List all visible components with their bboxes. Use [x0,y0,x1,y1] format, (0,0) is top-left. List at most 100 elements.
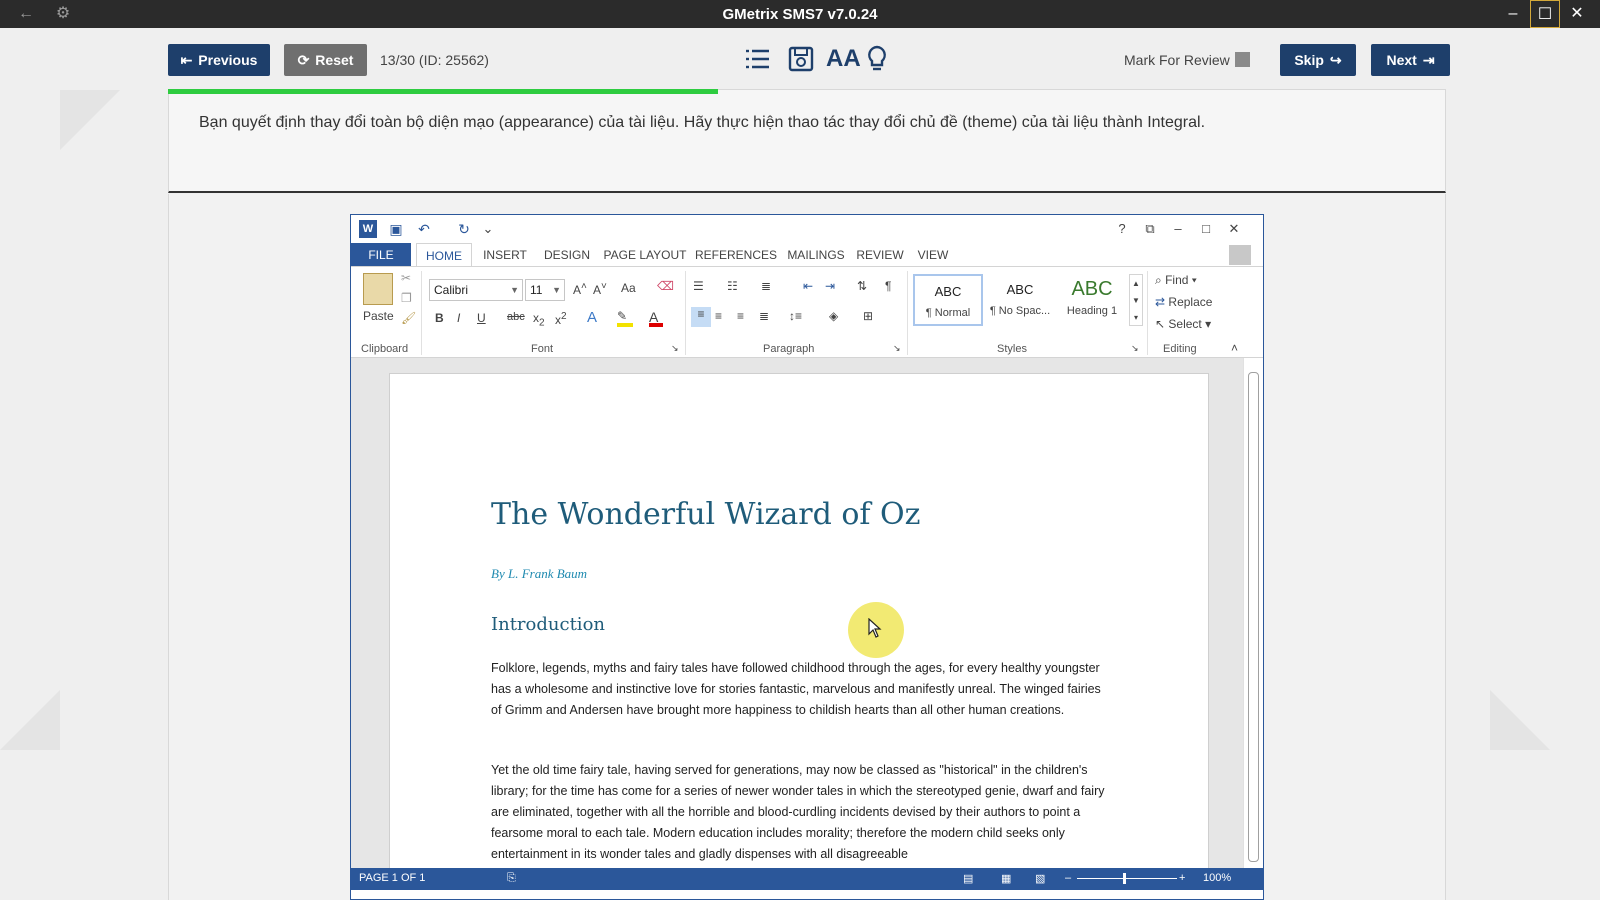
tab-design[interactable]: DESIGN [537,243,597,267]
minimize-icon[interactable]: – [1169,220,1187,238]
document-page[interactable]: The Wonderful Wizard of Oz By L. Frank B… [389,373,1209,868]
borders-icon[interactable]: ⊞ [863,309,873,323]
decrease-indent-icon[interactable]: ⇤ [803,279,813,293]
style-normal[interactable]: ABC ¶ Normal [913,274,983,326]
numbering-icon[interactable]: ☷ [727,279,738,293]
font-size-combo[interactable]: 11 ▼ [525,279,565,301]
print-layout-icon[interactable]: ▦ [1001,872,1011,885]
chevron-down-icon: ▼ [510,285,519,295]
next-button[interactable]: Next ⇥ [1371,44,1450,76]
customize-qat-icon[interactable]: ⌄ [479,220,497,238]
font-name-combo[interactable]: Calibri ▼ [429,279,523,301]
collapse-ribbon-icon[interactable]: ˄ [1231,341,1238,355]
status-bar: PAGE 1 OF 1 ⎘ ▤ ▦ ▧ – + 100% [351,868,1263,890]
paste-icon[interactable] [363,273,393,305]
previous-button[interactable]: ⇤ Previous [168,44,270,76]
minimize-button[interactable]: – [1498,0,1528,28]
change-case-button[interactable]: Aa [621,281,636,295]
style-name: Heading 1 [1066,305,1118,317]
tab-page-layout[interactable]: PAGE LAYOUT [603,243,687,267]
zoom-slider-thumb[interactable] [1123,873,1126,884]
find-button[interactable]: ⌕ Find ▾ [1155,273,1197,288]
web-layout-icon[interactable]: ▧ [1035,872,1045,885]
undo-icon[interactable]: ↶ [415,220,433,238]
scrollbar-thumb[interactable] [1248,372,1259,862]
document-paragraph[interactable]: Yet the old time fairy tale, having serv… [491,760,1111,865]
shrink-font-icon[interactable]: A˅ [593,281,607,297]
tab-references[interactable]: REFERENCES [693,243,779,267]
zoom-level[interactable]: 100% [1203,872,1231,884]
increase-indent-icon[interactable]: ⇥ [825,279,835,293]
paste-label[interactable]: Paste [363,309,394,323]
tab-review[interactable]: REVIEW [853,243,907,267]
font-color-icon[interactable]: A [649,309,663,327]
document-title[interactable]: The Wonderful Wizard of Oz [491,497,920,532]
zoom-slider[interactable] [1077,878,1177,879]
ribbon-display-icon[interactable]: ⧉ [1141,220,1159,238]
document-heading[interactable]: Introduction [491,614,605,635]
vertical-scrollbar[interactable] [1243,358,1263,868]
font-size-icon[interactable]: AA [826,44,861,74]
page-indicator[interactable]: PAGE 1 OF 1 [359,872,425,884]
paragraph-dialog-launcher-icon[interactable]: ↘ [893,343,901,354]
account-avatar[interactable] [1229,245,1251,265]
align-right-icon[interactable]: ≡ [737,309,744,323]
style-heading-1[interactable]: ABC Heading 1 [1057,274,1127,326]
styles-scroll-arrows-icon[interactable]: ▲ ▼ ▾ [1129,274,1143,326]
styles-dialog-launcher-icon[interactable]: ↘ [1131,343,1139,354]
replace-button[interactable]: ⇄ Replace [1155,295,1212,309]
zoom-out-icon[interactable]: – [1065,872,1071,884]
skip-button[interactable]: Skip ↪ [1280,44,1356,76]
italic-icon[interactable]: I [457,311,460,325]
document-author[interactable]: By L. Frank Baum [491,566,587,582]
underline-icon[interactable]: U [477,311,486,325]
show-paragraph-marks-icon[interactable]: ¶ [885,279,891,293]
multilevel-list-icon[interactable]: ≣ [761,279,771,293]
tab-file[interactable]: FILE [351,243,411,267]
save-icon[interactable] [786,44,816,74]
help-icon[interactable]: ? [1113,220,1131,238]
justify-icon[interactable]: ≣ [759,309,769,323]
maximize-button[interactable]: ☐ [1530,0,1560,28]
tab-insert[interactable]: INSERT [477,243,533,267]
tab-home[interactable]: HOME [416,243,472,267]
grow-font-icon[interactable]: A˄ [573,281,587,297]
select-button[interactable]: ↖ Select ▾ [1155,317,1211,331]
mark-for-review-checkbox[interactable] [1235,52,1250,67]
clear-formatting-icon[interactable]: ⌫ [657,279,674,293]
shading-icon[interactable]: ◈ [829,309,838,323]
redo-icon[interactable]: ↻ [455,220,473,238]
question-counter: 13/30 (ID: 25562) [380,52,489,68]
reset-button[interactable]: ⟳ Reset [284,44,367,76]
maximize-icon[interactable]: □ [1197,220,1215,238]
strikethrough-icon[interactable]: abc [507,311,525,323]
cut-icon[interactable]: ✂ [401,271,411,285]
save-icon[interactable]: ▣ [387,220,405,238]
close-icon[interactable]: ✕ [1225,220,1243,238]
tab-view[interactable]: VIEW [913,243,953,267]
bold-icon[interactable]: B [435,311,444,325]
line-spacing-icon[interactable]: ↕≡ [789,309,802,323]
read-mode-icon[interactable]: ▤ [963,872,973,885]
highlight-icon[interactable]: ✎ [617,309,633,327]
copy-icon[interactable]: ❐ [401,291,412,305]
close-button[interactable]: ✕ [1562,0,1592,28]
proofing-icon[interactable]: ⎘ [507,872,516,885]
lightbulb-icon[interactable] [862,44,892,74]
superscript-icon[interactable]: x2 [555,311,567,327]
text-effects-icon[interactable]: A [587,309,597,326]
style-no-spacing[interactable]: ABC ¶ No Spac... [985,274,1055,326]
document-paragraph[interactable]: Folklore, legends, myths and fairy tales… [491,658,1111,721]
bullets-icon[interactable]: ☰ [693,279,704,293]
subscript-icon[interactable]: x2 [533,311,545,328]
font-size-value: 11 [530,283,543,297]
zoom-in-icon[interactable]: + [1179,872,1185,884]
format-painter-icon[interactable]: 🖌 [401,311,416,325]
align-center-icon[interactable]: ≡ [715,309,722,323]
font-dialog-launcher-icon[interactable]: ↘ [671,343,679,354]
tab-mailings[interactable]: MAILINGS [785,243,847,267]
align-left-icon[interactable]: ≡ [691,307,711,327]
sort-icon[interactable]: ⇅ [857,279,867,293]
list-icon[interactable] [742,44,772,74]
font-name-value: Calibri [434,283,469,297]
